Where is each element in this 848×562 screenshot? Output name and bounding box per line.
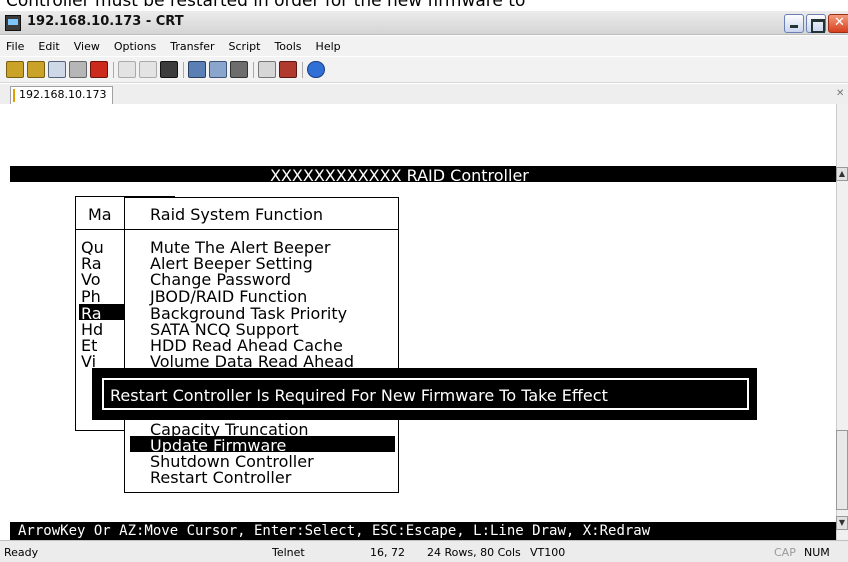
toolbar-separator <box>302 62 303 78</box>
session-tab-strip: 192.168.10.173 <box>0 84 848 104</box>
print-setup-icon[interactable] <box>188 61 206 78</box>
status-cursor: 16, 72 <box>370 546 405 559</box>
close-tab-icon[interactable]: ✕ <box>836 88 848 100</box>
menu-script[interactable]: Script <box>229 40 261 53</box>
menu-transfer[interactable]: Transfer <box>170 40 214 53</box>
status-emulation: VT100 <box>530 546 566 559</box>
message-text: Restart Controller Is Required For New F… <box>110 386 608 405</box>
disconnect-icon[interactable] <box>90 61 108 78</box>
help-icon[interactable] <box>307 61 325 78</box>
menu-options[interactable]: Options <box>114 40 156 53</box>
window-title: 192.168.10.173 - CRT <box>27 14 184 29</box>
session-tab[interactable]: 192.168.10.173 <box>10 86 114 104</box>
toolbar-separator <box>183 62 184 78</box>
submenu-title: Raid System Function <box>150 205 324 224</box>
session-options-icon[interactable] <box>258 61 276 78</box>
print-icon[interactable] <box>209 61 227 78</box>
terminal-footer: ArrowKey Or AZ:Move Cursor, Enter:Select… <box>18 523 651 539</box>
global-options-icon[interactable] <box>279 61 297 78</box>
session-tab-label: 192.168.10.173 <box>19 88 107 101</box>
scroll-down-icon[interactable]: ▼ <box>836 516 848 530</box>
tab-marker-icon <box>13 89 15 102</box>
status-protocol: Telnet <box>272 546 305 559</box>
connect-icon[interactable] <box>6 61 24 78</box>
title-bar: 192.168.10.173 - CRT <box>0 11 848 35</box>
close-button[interactable] <box>828 14 848 33</box>
submenu-divider <box>124 229 399 230</box>
status-num: NUM <box>804 546 830 559</box>
status-bar: Ready Telnet 16, 72 24 Rows, 80 Cols VT1… <box>0 540 848 562</box>
caption-text: Controller must be restarted in order fo… <box>6 0 526 11</box>
scroll-thumb[interactable] <box>836 430 848 510</box>
toolbar <box>0 57 848 83</box>
find-icon[interactable] <box>160 61 178 78</box>
toolbar-separator <box>113 62 114 78</box>
status-size: 24 Rows, 80 Cols <box>427 546 521 559</box>
app-icon <box>5 15 21 31</box>
copy-icon[interactable] <box>118 61 136 78</box>
submenu-item[interactable]: Restart Controller <box>150 468 291 487</box>
scroll-up-icon[interactable]: ▲ <box>836 167 848 181</box>
status-state: Ready <box>4 546 39 559</box>
main-menu-title: Ma <box>88 205 112 224</box>
menu-file[interactable]: File <box>6 40 24 53</box>
menu-tools[interactable]: Tools <box>274 40 301 53</box>
status-caps: CAP <box>774 546 796 559</box>
minimize-button[interactable] <box>784 14 804 33</box>
connect-tab-icon[interactable] <box>48 61 66 78</box>
menu-view[interactable]: View <box>74 40 100 53</box>
reconnect-icon[interactable] <box>69 61 87 78</box>
print-screen-icon[interactable] <box>230 61 248 78</box>
menu-bar: File Edit View Options Transfer Script T… <box>0 36 848 56</box>
toolbar-separator <box>253 62 254 78</box>
main-menu-divider <box>75 229 125 230</box>
maximize-button[interactable] <box>806 14 826 33</box>
quick-connect-icon[interactable] <box>27 61 45 78</box>
menu-edit[interactable]: Edit <box>38 40 59 53</box>
menu-help[interactable]: Help <box>316 40 341 53</box>
paste-icon[interactable] <box>139 61 157 78</box>
terminal-header: XXXXXXXXXXXX RAID Controller <box>270 166 529 185</box>
